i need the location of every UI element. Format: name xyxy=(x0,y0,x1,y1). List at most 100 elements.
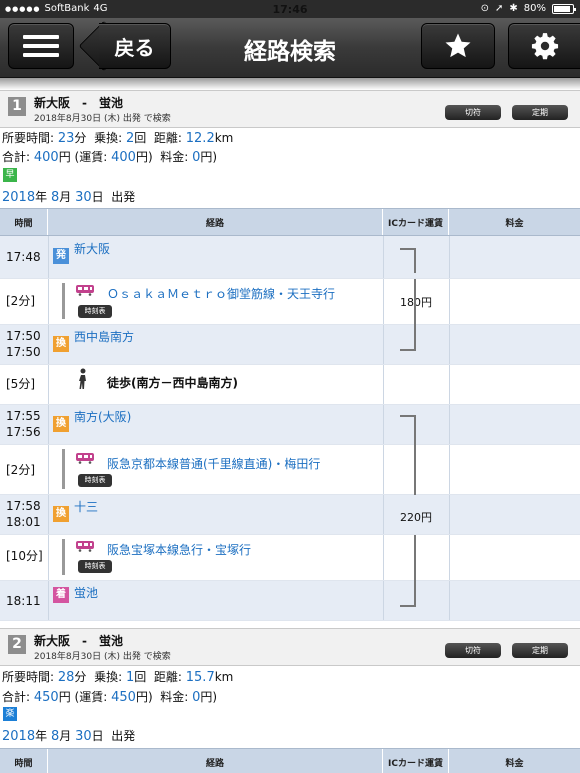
commuter-pass-button[interactable]: 定期 xyxy=(512,643,568,658)
segment-duration: [10分] xyxy=(6,549,43,563)
segment-duration: [5分] xyxy=(6,377,35,391)
station-row[interactable]: 17:48 発 新大阪 xyxy=(0,236,580,279)
charge-unit: 円) xyxy=(200,150,218,164)
arrival-time: 17:50 xyxy=(6,329,41,343)
fare-label: (運賃: xyxy=(74,150,108,164)
segment-duration: [2分] xyxy=(6,463,35,477)
fare-value: 450 xyxy=(111,690,136,705)
favorite-button[interactable] xyxy=(421,23,495,69)
distance-label: 距離: xyxy=(153,131,182,145)
station-name[interactable]: 南方(大阪) xyxy=(74,408,131,425)
hamburger-icon xyxy=(23,35,59,57)
col-time: 時間 xyxy=(0,749,48,773)
route-name: 新大阪 - 蛍池 xyxy=(34,634,123,648)
dep-month: 8 xyxy=(50,729,60,744)
duration-value: 23 xyxy=(57,131,75,146)
duration-value: 28 xyxy=(57,670,75,685)
route-1-summary: 所要時間: 23分 乗換: 2回 距離: 12.2km 合計: 400円 (運賃… xyxy=(0,128,580,208)
station-row[interactable]: 17:50 17:50 換 西中島南方 xyxy=(0,325,580,365)
dep-month: 8 xyxy=(50,190,60,205)
line-name[interactable]: ＯｓａｋａＭｅｔｒｏ御堂筋線・天王寺行 xyxy=(107,285,335,302)
segment-row: [10分] 阪急宝塚本線急行・宝塚行 時刻表 xyxy=(0,535,580,581)
bluetooth-icon: ✱ xyxy=(509,3,518,14)
fastest-badge: 早 xyxy=(3,168,17,182)
battery-percent: 80% xyxy=(523,3,546,14)
fare-value: 400 xyxy=(111,150,136,165)
train-icon xyxy=(76,453,94,464)
line-name[interactable]: 阪急京都本線普通(千里線直通)・梅田行 xyxy=(107,455,320,472)
line-name[interactable]: 阪急宝塚本線急行・宝塚行 xyxy=(107,541,251,558)
duration-label: 所要時間: xyxy=(2,670,55,684)
route-date: 2018年8月30日 (木) 出発 で検索 xyxy=(34,652,171,662)
fare-label: (運賃: xyxy=(74,690,108,704)
route-table-header: 時間 経路 ICカード運賃 料金 xyxy=(0,208,580,236)
dep-month-unit: 月 xyxy=(59,729,72,743)
col-fee: 料金 xyxy=(505,758,524,769)
fare-bracket xyxy=(400,248,416,273)
ticket-button[interactable]: 切符 xyxy=(445,105,501,120)
station-row[interactable]: 17:58 18:01 換 十三 220円 xyxy=(0,495,580,535)
back-button[interactable]: 戻る xyxy=(99,23,171,69)
station-name[interactable]: 西中島南方 xyxy=(74,328,134,345)
transfer-icon: 換 xyxy=(53,336,69,352)
distance-label: 距離: xyxy=(153,670,182,684)
departure-line: 2018年 8月 30日 出発 xyxy=(2,188,135,205)
transfers-label: 乗換: xyxy=(94,670,123,684)
summary-line-2: 合計: 450円 (運賃: 450円) 料金: 0円) xyxy=(2,688,217,705)
col-ic-fare: ICカード運賃 xyxy=(383,209,449,235)
total-unit: 円 xyxy=(58,150,71,164)
arrival-time: 17:58 xyxy=(6,499,41,513)
duration-unit: 分 xyxy=(74,670,87,684)
timetable-button[interactable]: 時刻表 xyxy=(78,474,112,487)
star-icon xyxy=(445,33,471,58)
station-name[interactable]: 新大阪 xyxy=(74,240,110,257)
ticket-button[interactable]: 切符 xyxy=(445,643,501,658)
dep-year-unit: 年 xyxy=(35,190,48,204)
transfers-label: 乗換: xyxy=(94,131,123,145)
fare-bracket xyxy=(400,445,416,495)
duration-label: 所要時間: xyxy=(2,131,55,145)
station-name[interactable]: 十三 xyxy=(74,498,98,515)
col-time: 時間 xyxy=(0,209,48,235)
station-row[interactable]: 17:55 17:56 換 南方(大阪) xyxy=(0,405,580,445)
nav-shadow xyxy=(0,78,580,90)
col-fee: 料金 xyxy=(505,218,524,229)
duration-unit: 分 xyxy=(74,131,87,145)
departure-time: 17:56 xyxy=(6,425,41,439)
route-number: 2 xyxy=(8,635,26,654)
total-value: 450 xyxy=(33,690,59,705)
train-icon xyxy=(76,541,94,552)
fare-bracket xyxy=(400,325,416,351)
route-2-header[interactable]: 2 新大阪 - 蛍池 2018年8月30日 (木) 出発 で検索 切符 定期 xyxy=(0,628,580,666)
route-1-header[interactable]: 1 新大阪 - 蛍池 2018年8月30日 (木) 出発 で検索 切符 定期 xyxy=(0,90,580,128)
fare-unit: 円) xyxy=(135,150,153,164)
departure-icon: 発 xyxy=(53,248,69,264)
departure-line: 2018年 8月 30日 出発 xyxy=(2,727,135,744)
transfers-value: 2 xyxy=(125,131,135,146)
timetable-button[interactable]: 時刻表 xyxy=(78,560,112,573)
fare-bracket xyxy=(400,581,416,607)
ic-fare: 180円 xyxy=(400,296,432,309)
station-time: 17:48 xyxy=(6,250,41,264)
total-value: 400 xyxy=(33,150,59,165)
commuter-pass-button[interactable]: 定期 xyxy=(512,105,568,120)
station-name[interactable]: 蛍池 xyxy=(74,584,98,601)
segment-line xyxy=(62,539,65,575)
charge-unit: 円) xyxy=(200,690,218,704)
station-time: 18:11 xyxy=(6,594,41,608)
easy-badge: 楽 xyxy=(3,707,17,721)
dep-year: 2018 xyxy=(2,190,36,205)
gear-icon xyxy=(531,33,558,60)
status-bar: ●●●●● SoftBank 4G 17:46 ⊙ ➚ ✱ 80% xyxy=(0,0,580,18)
fare-bracket xyxy=(400,415,416,445)
transfer-icon: 換 xyxy=(53,506,69,522)
transfer-icon: 換 xyxy=(53,416,69,432)
menu-button[interactable] xyxy=(8,23,74,69)
walk-icon xyxy=(79,368,86,389)
route-date: 2018年8月30日 (木) 出発 で検索 xyxy=(34,114,171,124)
summary-line-2: 合計: 400円 (運賃: 400円) 料金: 0円) xyxy=(2,148,217,165)
settings-button[interactable] xyxy=(508,23,580,69)
dep-year: 2018 xyxy=(2,729,36,744)
station-row[interactable]: 18:11 着 蛍池 xyxy=(0,581,580,621)
timetable-button[interactable]: 時刻表 xyxy=(78,305,112,318)
